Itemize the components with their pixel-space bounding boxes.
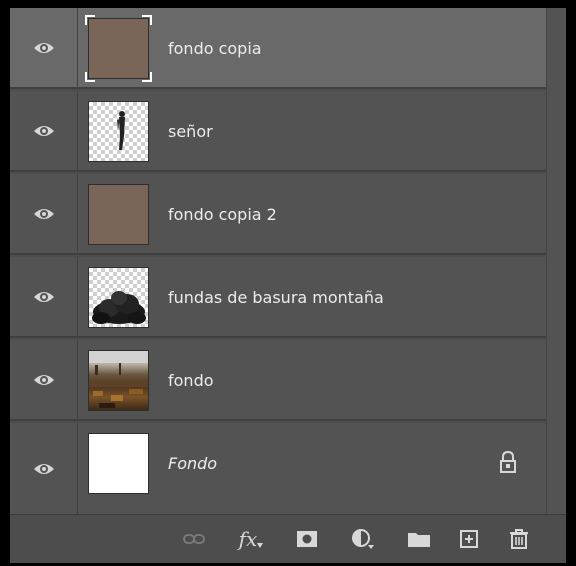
visibility-toggle[interactable] [10,423,78,514]
add-mask-button[interactable] [292,525,322,553]
visibility-toggle[interactable] [10,257,78,336]
fx-icon: fx [238,527,258,551]
visibility-toggle[interactable] [10,174,78,253]
delete-layer-button[interactable] [504,525,534,553]
eye-icon [33,463,54,474]
new-layer-icon [460,530,478,548]
visibility-toggle[interactable] [10,340,78,419]
layer-name[interactable]: Fondo [168,423,217,504]
layer-name[interactable]: fondo [168,340,214,421]
trash-icon [510,529,528,549]
link-layers-icon [183,534,205,544]
eye-icon [33,374,54,385]
add-layer-style-button[interactable]: fx [234,525,268,553]
layers-footer-toolbar: fx [10,514,566,563]
eye-icon [33,125,54,136]
layer-row-fondo-copia-2[interactable]: fondo copia 2 [10,174,546,255]
layer-row-fundas-de-basura-montana[interactable]: fundas de basura montaña [10,257,546,338]
layer-thumbnail[interactable] [88,433,149,494]
layer-row-senor[interactable]: señor [10,91,546,172]
layer-thumbnail[interactable] [88,101,149,162]
submenu-arrow-icon [257,543,264,548]
scrollbar[interactable] [546,8,566,514]
layer-row-background[interactable]: Fondo [10,423,546,514]
eye-icon [33,208,54,219]
layers-panel: fondo copia señor fondo copia 2 fundas d… [10,8,566,563]
layer-row-fondo-copia[interactable]: fondo copia [10,8,546,89]
adjustment-layer-icon [352,529,374,549]
landfill-photo [89,351,148,408]
figure-silhouette [117,111,125,150]
new-group-button[interactable] [404,525,434,553]
eye-icon [33,42,54,53]
layer-row-fondo[interactable]: fondo [10,340,546,421]
lock-icon[interactable] [500,451,516,473]
layer-thumbnail[interactable] [88,184,149,245]
layer-thumbnail[interactable] [85,15,152,82]
layer-thumbnail[interactable] [88,267,149,328]
eye-icon [33,291,54,302]
new-adjustment-layer-button[interactable] [346,525,380,553]
layer-thumbnail[interactable] [88,350,149,411]
new-layer-button[interactable] [454,525,484,553]
link-layers-button[interactable] [180,525,208,553]
garbage-bags-shape [92,291,146,324]
layer-name[interactable]: fundas de basura montaña [168,257,384,338]
layer-mask-icon [297,531,317,547]
visibility-toggle[interactable] [10,8,78,87]
layer-name[interactable]: fondo copia [168,8,262,89]
layer-name[interactable]: fondo copia 2 [168,174,277,255]
visibility-toggle[interactable] [10,91,78,170]
group-folder-icon [408,533,430,547]
layer-name[interactable]: señor [168,91,213,172]
